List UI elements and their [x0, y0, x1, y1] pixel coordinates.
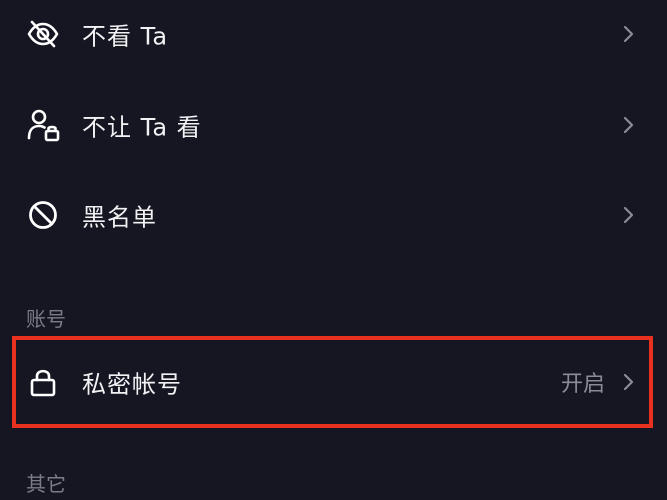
- settings-item-label: 不让 Ta 看: [82, 113, 202, 142]
- chevron-right-icon: [623, 116, 634, 134]
- eye-off-icon: [26, 17, 60, 51]
- settings-item-hide-my-content[interactable]: 不让 Ta 看: [0, 89, 667, 161]
- settings-item-private-account[interactable]: 私密帐号 开启: [0, 346, 667, 418]
- lock-icon: [26, 365, 60, 399]
- settings-item-hide-from-me[interactable]: 不看 Ta: [0, 0, 667, 70]
- private-account-status: 开启: [560, 372, 605, 397]
- chevron-right-icon: [623, 25, 634, 43]
- block-icon: [26, 198, 60, 232]
- settings-item-label: 不看 Ta: [82, 22, 169, 51]
- settings-item-label: 私密帐号: [82, 370, 182, 399]
- settings-item-blocklist[interactable]: 黑名单: [0, 179, 667, 251]
- chevron-right-icon: [623, 206, 634, 224]
- settings-item-label: 黑名单: [82, 203, 157, 232]
- section-header-other: 其它: [26, 472, 66, 496]
- section-header-account: 账号: [26, 307, 66, 331]
- user-lock-icon: [26, 108, 60, 142]
- chevron-right-icon: [623, 373, 634, 391]
